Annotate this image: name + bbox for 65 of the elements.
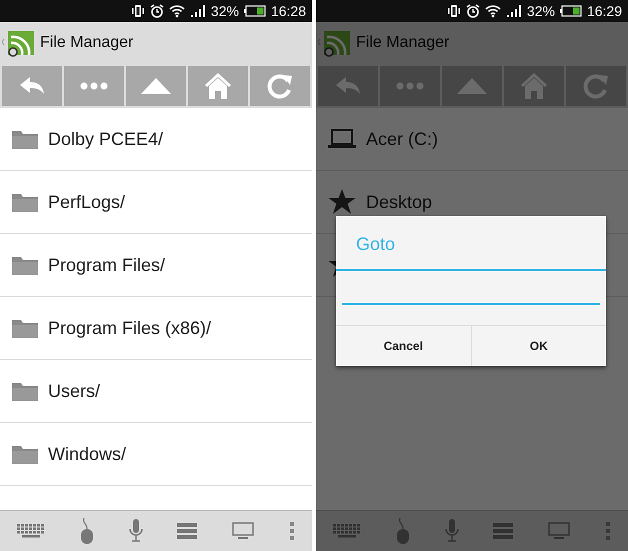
vibrate-icon xyxy=(130,4,145,18)
list-item[interactable]: Users/ xyxy=(0,360,312,423)
mouse-icon[interactable] xyxy=(396,517,410,545)
vibrate-icon xyxy=(446,4,461,18)
battery-icon xyxy=(560,5,582,17)
refresh-button[interactable] xyxy=(566,66,626,106)
list-item[interactable]: Program Files (x86)/ xyxy=(0,297,312,360)
back-arrow-icon xyxy=(334,76,362,96)
wifi-icon xyxy=(484,4,501,18)
more-dots-icon xyxy=(80,82,108,90)
mouse-icon[interactable] xyxy=(80,517,94,545)
signal-icon xyxy=(190,4,206,18)
refresh-icon xyxy=(267,73,293,99)
refresh-button[interactable] xyxy=(250,66,310,106)
home-button[interactable] xyxy=(504,66,564,106)
clock-time: 16:29 xyxy=(586,3,622,19)
list-icon[interactable] xyxy=(493,523,514,539)
home-button[interactable] xyxy=(188,66,248,106)
up-triangle-icon xyxy=(141,78,171,94)
dialog-button[interactable]: OK xyxy=(470,326,606,366)
back-arrow-icon xyxy=(18,76,46,96)
wifi-icon xyxy=(168,4,185,18)
folder-icon xyxy=(12,129,38,149)
more-button[interactable] xyxy=(64,66,124,106)
app-title: File Manager xyxy=(40,34,134,52)
refresh-icon xyxy=(583,73,609,99)
folder-icon xyxy=(12,255,38,275)
overflow-menu-icon[interactable] xyxy=(288,522,295,540)
keyboard-icon[interactable] xyxy=(17,524,46,538)
folder-icon xyxy=(12,444,38,464)
home-icon xyxy=(204,72,232,100)
battery-percent: 32% xyxy=(526,3,555,19)
list-item[interactable]: Program Files/ xyxy=(0,234,312,297)
microphone-icon[interactable] xyxy=(128,519,143,543)
star-icon xyxy=(328,189,356,215)
microphone-icon[interactable] xyxy=(444,519,459,543)
list-item[interactable]: Acer (C:) xyxy=(316,108,628,171)
up-button[interactable] xyxy=(126,66,186,106)
monitor-icon[interactable] xyxy=(548,522,570,540)
up-button[interactable] xyxy=(442,66,502,106)
clock-time: 16:28 xyxy=(270,3,306,19)
battery-percent: 32% xyxy=(210,3,239,19)
back-button[interactable] xyxy=(2,66,62,106)
up-triangle-icon xyxy=(457,78,487,94)
list-item[interactable]: Windows/ xyxy=(0,423,312,486)
laptop-icon xyxy=(328,129,356,149)
folder-icon xyxy=(12,192,38,212)
overflow-menu-icon[interactable] xyxy=(604,522,611,540)
more-dots-icon xyxy=(396,82,424,90)
dialog-button[interactable]: Cancel xyxy=(336,326,470,366)
keyboard-icon[interactable] xyxy=(333,524,362,538)
more-button[interactable] xyxy=(380,66,440,106)
monitor-icon[interactable] xyxy=(232,522,254,540)
battery-icon xyxy=(244,5,266,17)
signal-icon xyxy=(506,4,522,18)
folder-icon xyxy=(12,381,38,401)
folder-icon xyxy=(12,318,38,338)
app-title: File Manager xyxy=(356,34,450,52)
back-button[interactable] xyxy=(318,66,378,106)
list-item[interactable]: Dolby PCEE4/ xyxy=(0,108,312,171)
alarm-icon xyxy=(150,4,164,18)
home-icon xyxy=(520,72,548,100)
list-icon[interactable] xyxy=(177,523,198,539)
list-item[interactable]: PerfLogs/ xyxy=(0,171,312,234)
alarm-icon xyxy=(466,4,480,18)
